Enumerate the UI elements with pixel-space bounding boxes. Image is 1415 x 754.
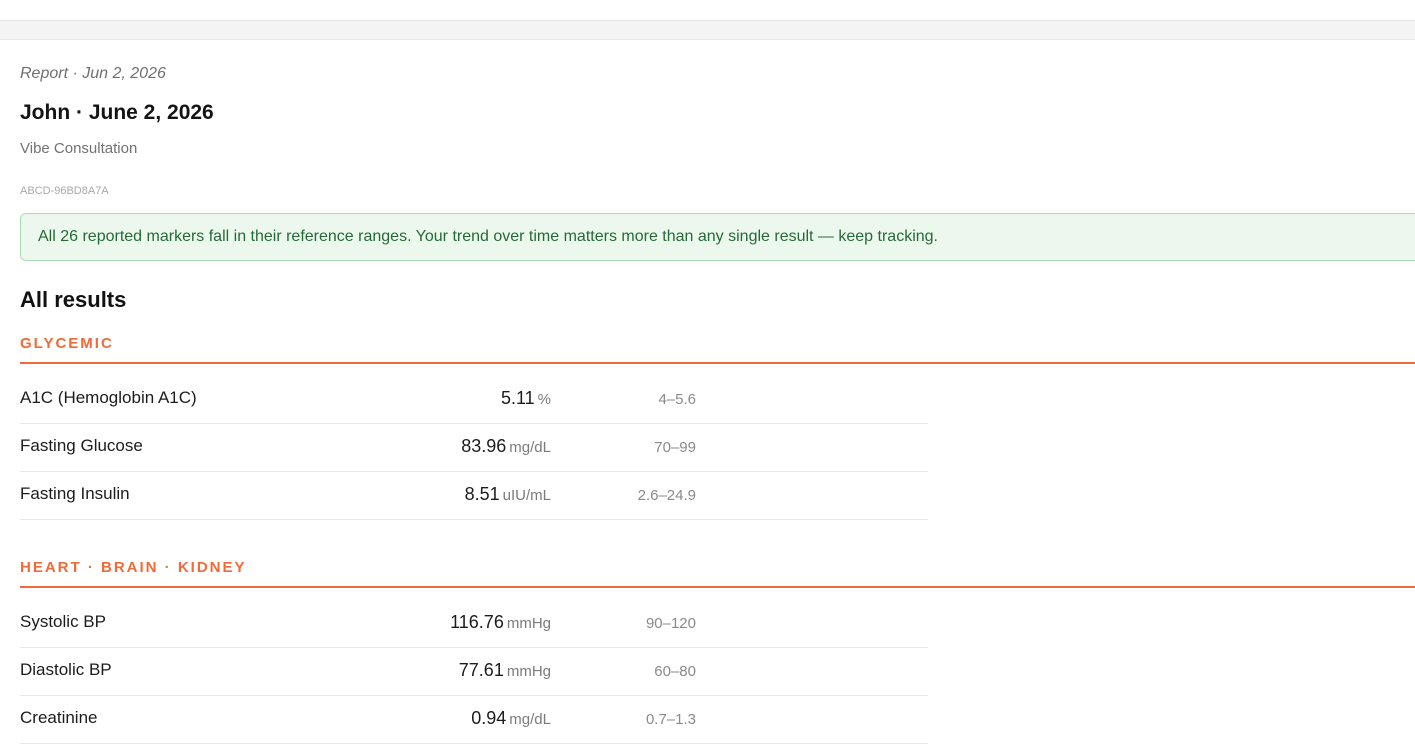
marker-name: Diastolic BP <box>20 660 112 679</box>
marker-name: Systolic BP <box>20 612 106 631</box>
marker-value-wrap: 8.51 uIU/mL <box>465 484 551 505</box>
summary-text: All 26 reported markers fall in their re… <box>38 228 938 245</box>
report-id: ABCD-96BD8A7A <box>20 185 109 197</box>
reference-range: 60–80 <box>654 663 696 680</box>
marker-value-wrap: 5.11% <box>501 388 551 409</box>
result-group-heart-brain-kidney: HEART · BRAIN · KIDNEY Systolic BP 116.7… <box>20 559 1415 744</box>
group-divider <box>20 586 1415 588</box>
group-title: HEART · BRAIN · KIDNEY <box>20 559 247 576</box>
marker-value: 8.51 <box>464 484 500 504</box>
marker-name: Fasting Insulin <box>20 484 130 503</box>
marker-value-wrap: 83.96 mg/dL <box>461 436 551 457</box>
marker-unit: mg/dL <box>509 711 551 728</box>
top-bar <box>0 0 1415 20</box>
marker-unit: uIU/mL <box>502 487 551 504</box>
marker-value: 77.61 <box>458 660 504 680</box>
reference-range: 0.7–1.3 <box>645 711 696 728</box>
marker-unit: mmHg <box>506 663 551 680</box>
result-rows: A1C (Hemoglobin A1C) 5.11% 4–5.6 Fasting… <box>20 376 928 520</box>
result-row: A1C (Hemoglobin A1C) 5.11% 4–5.6 <box>20 376 928 424</box>
result-row: Diastolic BP 77.61 mmHg 60–80 <box>20 648 928 696</box>
reference-range: 4–5.6 <box>658 391 696 408</box>
result-row: Fasting Insulin 8.51 uIU/mL 2.6–24.9 <box>20 472 928 520</box>
marker-unit: mmHg <box>506 615 551 632</box>
consultation-type: Vibe Consultation <box>20 140 138 157</box>
group-title: GLYCEMIC <box>20 335 114 352</box>
marker-name: Fasting Glucose <box>20 436 143 455</box>
marker-name: Creatinine <box>20 708 98 727</box>
marker-unit: mg/dL <box>509 439 551 456</box>
report-meta: Report · Jun 2, 2026 <box>20 65 166 82</box>
result-row: Creatinine 0.94 mg/dL 0.7–1.3 <box>20 696 928 744</box>
reference-range: 70–99 <box>654 439 696 456</box>
reference-range: 90–120 <box>645 615 696 632</box>
group-divider <box>20 362 1415 364</box>
marker-value-wrap: 0.94 mg/dL <box>471 708 551 729</box>
summary-banner: All 26 reported markers fall in their re… <box>20 213 1415 261</box>
marker-name: A1C (Hemoglobin A1C) <box>20 388 197 407</box>
result-rows: Systolic BP 116.76 mmHg 90–120 Diastolic … <box>20 600 928 744</box>
marker-value: 5.11 <box>500 388 535 408</box>
marker-value: 83.96 <box>461 436 507 456</box>
marker-value: 0.94 <box>471 708 507 728</box>
result-group-glycemic: GLYCEMIC A1C (Hemoglobin A1C) 5.11% 4–5.… <box>20 335 1415 520</box>
result-row: Fasting Glucose 83.96 mg/dL 70–99 <box>20 424 928 472</box>
page-title: John · June 2, 2026 <box>20 101 214 124</box>
marker-value: 116.76 <box>450 612 504 632</box>
marker-value-wrap: 77.61 mmHg <box>459 660 551 681</box>
results-heading: All results <box>20 287 127 312</box>
marker-value-wrap: 116.76 mmHg <box>450 612 551 633</box>
toolbar-strip <box>0 20 1415 40</box>
marker-unit: % <box>537 391 551 408</box>
reference-range: 2.6–24.9 <box>637 487 696 504</box>
result-row: Systolic BP 116.76 mmHg 90–120 <box>20 600 928 648</box>
